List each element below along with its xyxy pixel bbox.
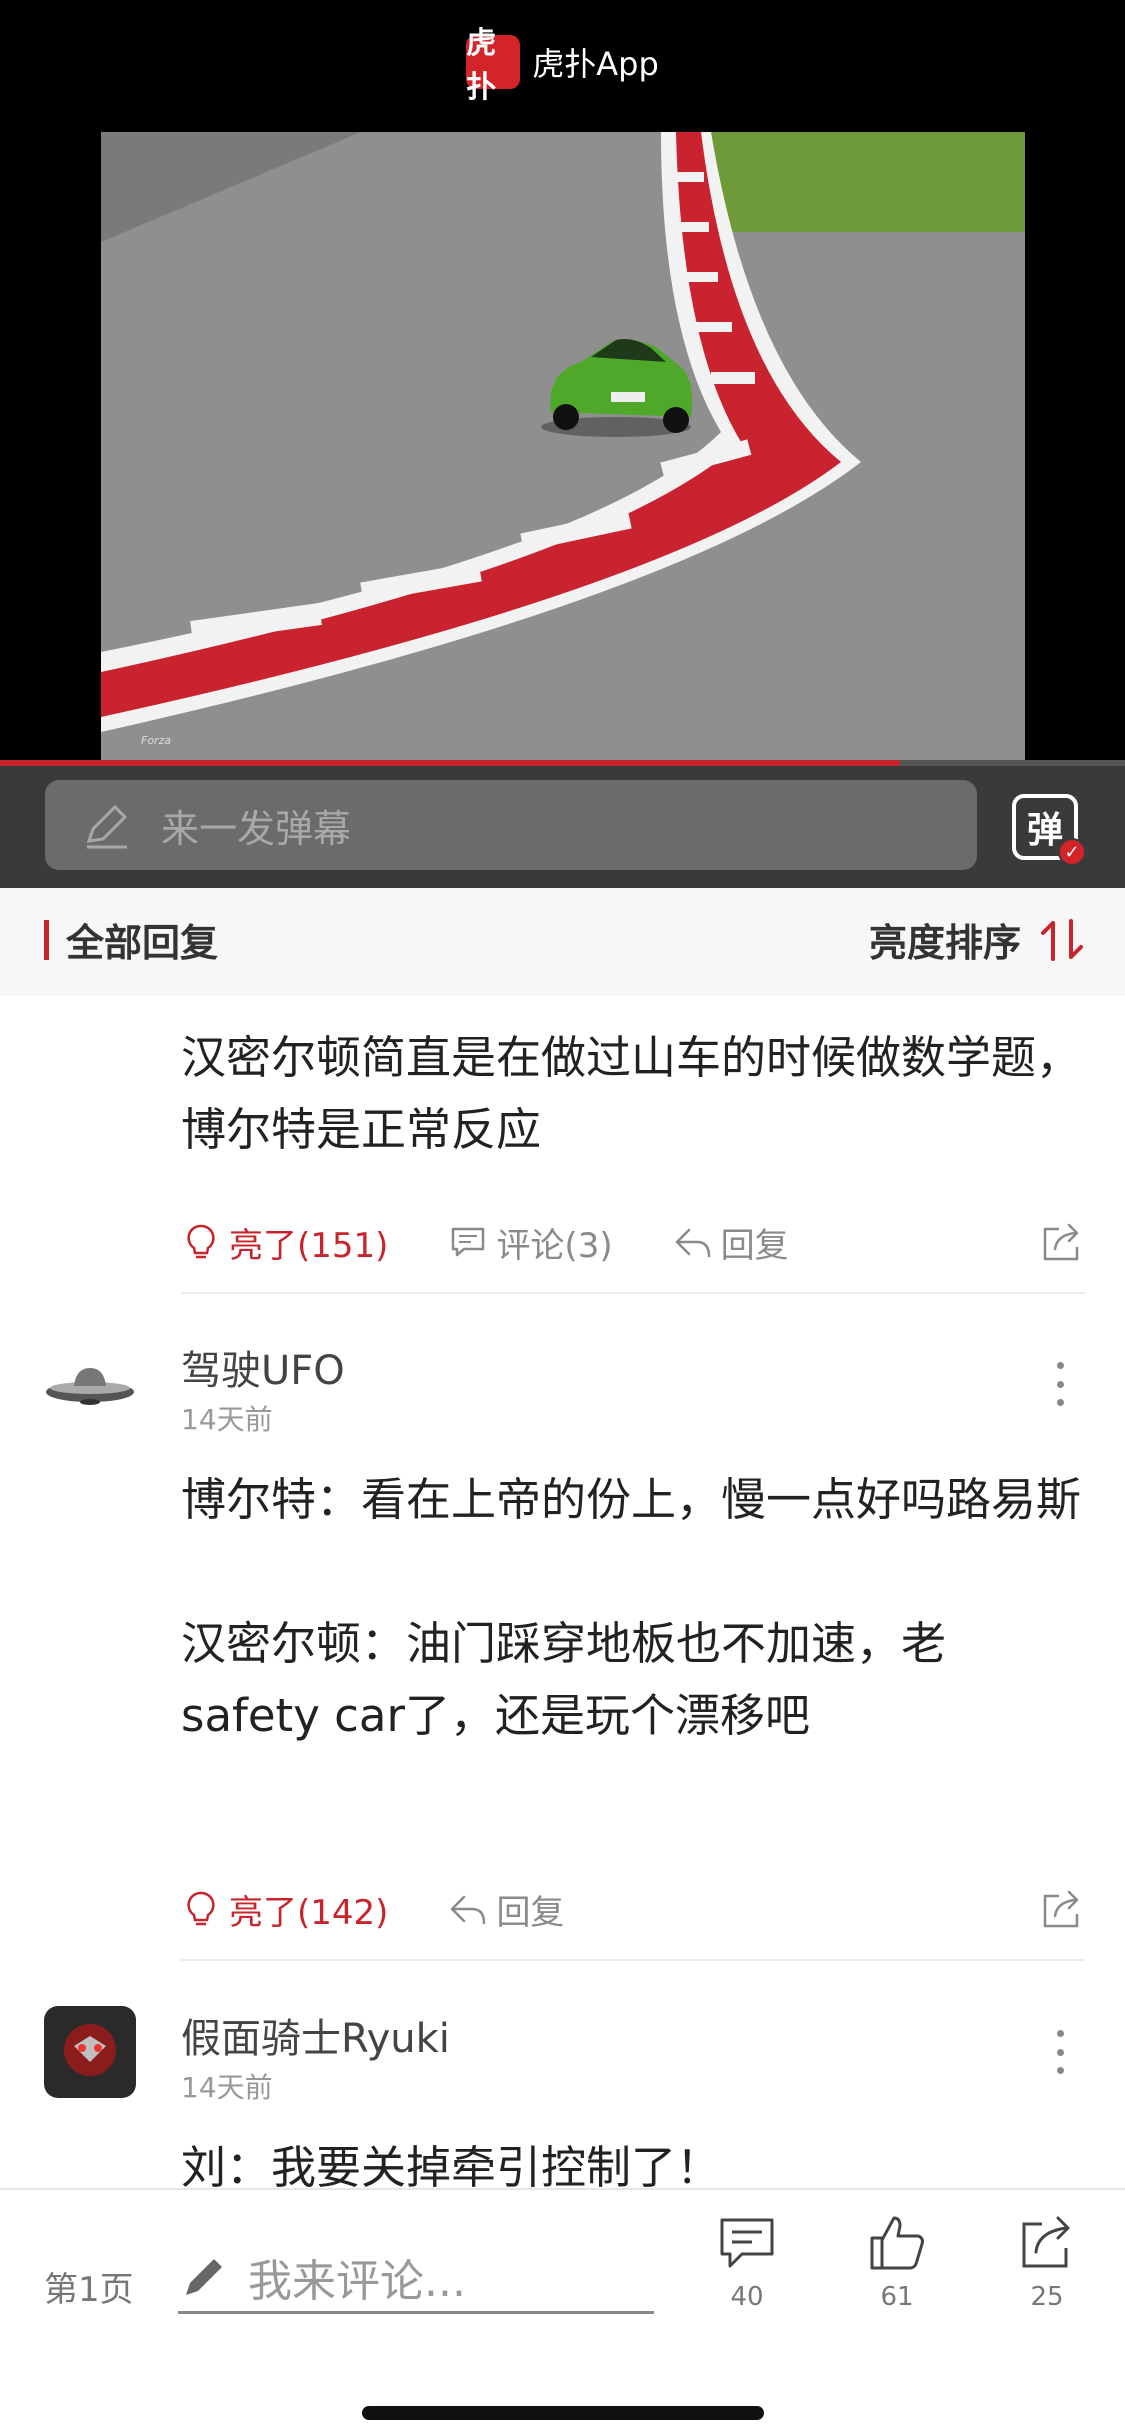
reply-button[interactable]: 回复 — [448, 1885, 564, 1934]
lightbulb-icon — [187, 1224, 215, 1259]
ufo-avatar-image — [44, 1338, 136, 1430]
light-count-label: 亮了(151) — [229, 1225, 389, 1266]
sort-label: 亮度排序 — [868, 921, 1021, 965]
avatar[interactable] — [44, 1338, 136, 1430]
reply-label: 回复 — [720, 1225, 789, 1266]
avatar[interactable] — [44, 2006, 136, 2098]
light-button[interactable]: 亮了(142) — [181, 1885, 388, 1934]
like-button[interactable]: 61 — [852, 2212, 942, 2312]
share-icon[interactable] — [1039, 1219, 1085, 1265]
comment-text: 汉密尔顿简直是在做过山车的时候做数学题，博尔特是正常反应 — [181, 1031, 1082, 1156]
video-player[interactable]: 虎扑 虎扑App Forza 来一发弹幕 弹 ✓ — [0, 0, 1125, 888]
username[interactable]: 驾驶UFO — [181, 1338, 345, 1396]
compose-placeholder: 我来评论... — [248, 2255, 466, 2307]
reply-label: 回复 — [496, 1892, 565, 1933]
comment-count: 40 — [730, 2282, 764, 2312]
more-options-icon[interactable] — [1052, 1362, 1068, 1406]
reply-button[interactable]: 回复 — [673, 1218, 789, 1267]
thumbs-up-icon — [870, 2216, 924, 2270]
like-count: 61 — [880, 2282, 914, 2312]
app-header: 虎扑 虎扑App — [0, 26, 1125, 105]
danmaku-bar: 来一发弹幕 弹 ✓ — [0, 766, 1125, 888]
video-frame-image: Forza — [101, 132, 1025, 760]
app-name: 虎扑App — [532, 45, 659, 83]
sort-button[interactable]: 亮度排序 — [869, 912, 1087, 967]
light-count-label: 亮了(142) — [229, 1892, 389, 1933]
comment-actions: 亮了(142) 回复 — [181, 1884, 1085, 1934]
comment-text: 博尔特：看在上帝的份上，慢一点好吗路易斯 汉密尔顿：油门踩穿地板也不加速，老sa… — [181, 1473, 1082, 1742]
pen-icon — [186, 2258, 222, 2295]
share-icon — [1022, 2216, 1070, 2268]
comment-bubble-icon — [720, 2218, 774, 2268]
bottom-toolbar: 第1页 我来评论... 40 61 25 — [0, 2188, 1125, 2436]
rider-avatar-image — [44, 2006, 136, 2098]
section-title: 全部回复 — [66, 921, 219, 965]
reply-arrow-icon — [451, 1895, 486, 1925]
home-indicator — [362, 2406, 764, 2420]
comment-compose-input[interactable]: 我来评论... — [178, 2242, 654, 2314]
comment-divider — [181, 1292, 1085, 1294]
video-watermark: Forza — [141, 734, 171, 747]
more-options-icon[interactable] — [1052, 2030, 1068, 2074]
sub-comment-label: 评论(3) — [496, 1225, 613, 1266]
page-indicator[interactable]: 第1页 — [44, 2262, 134, 2311]
light-button[interactable]: 亮了(151) — [181, 1218, 388, 1267]
comments-button[interactable]: 40 — [702, 2212, 792, 2312]
danmaku-placeholder: 来一发弹幕 — [161, 806, 352, 851]
sub-comment-button[interactable]: 评论(3) — [448, 1218, 613, 1267]
username[interactable]: 假面骑士Ryuki — [181, 2006, 450, 2064]
danmaku-toggle-label: 弹 — [1026, 810, 1063, 851]
danmaku-input[interactable]: 来一发弹幕 — [45, 780, 977, 870]
danmaku-toggle-button[interactable]: 弹 ✓ — [1012, 794, 1086, 866]
comment-divider — [181, 1959, 1085, 1961]
comment-actions: 亮了(151) 评论(3) 回复 — [181, 1217, 1085, 1267]
section-accent-bar — [44, 920, 49, 960]
share-button[interactable]: 25 — [1002, 2212, 1092, 2312]
share-icon[interactable] — [1039, 1886, 1085, 1932]
lightbulb-icon — [187, 1891, 215, 1926]
replies-header: 全部回复 亮度排序 — [0, 888, 1125, 996]
reply-arrow-icon — [675, 1228, 710, 1258]
timestamp: 14天前 — [181, 1403, 273, 1436]
video-frame[interactable]: Forza — [101, 132, 1025, 760]
check-icon: ✓ — [1058, 838, 1086, 866]
sort-arrows-icon — [1041, 918, 1083, 961]
share-count: 25 — [1030, 2282, 1064, 2312]
timestamp: 14天前 — [181, 2071, 273, 2104]
pencil-icon — [86, 804, 128, 849]
comment-icon — [452, 1227, 485, 1257]
app-logo: 虎扑 — [466, 26, 521, 105]
